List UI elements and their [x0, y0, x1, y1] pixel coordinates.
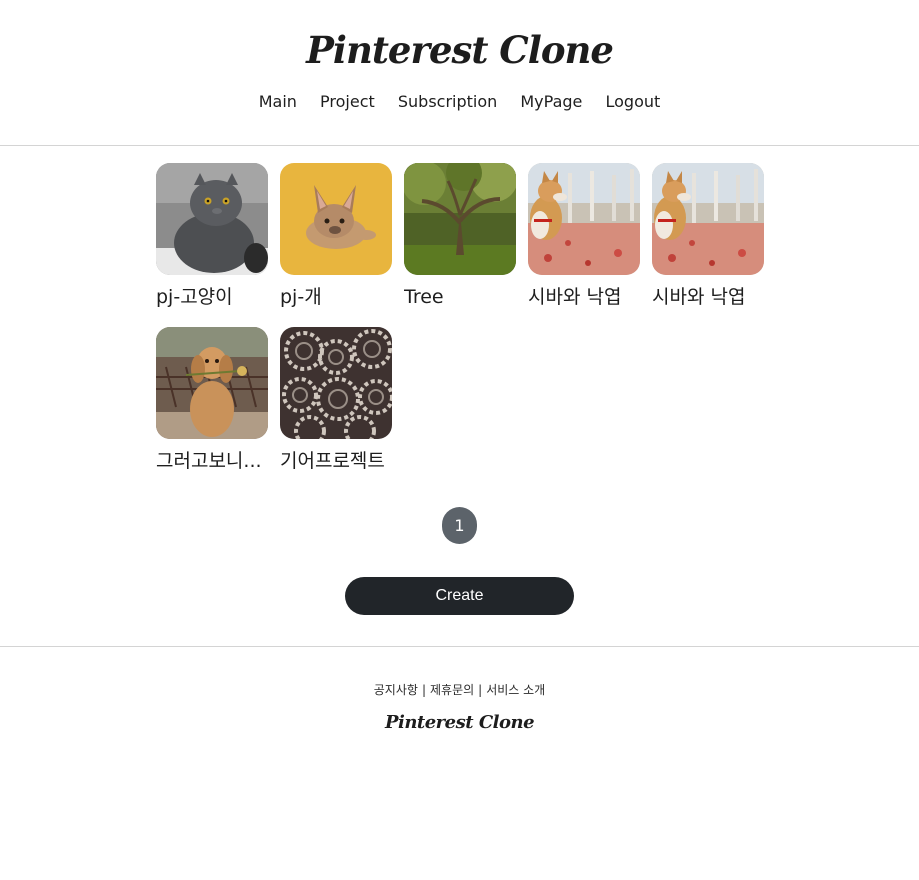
footer-links: 공지사항 | 제휴문의 | 서비스 소개	[0, 681, 919, 698]
footer-link-about[interactable]: 서비스 소개	[486, 683, 545, 697]
project-card-shiba[interactable]: 시바와 낙엽	[528, 163, 652, 309]
project-title: pj-고양이	[156, 286, 233, 308]
project-title: 시바와 낙엽	[652, 286, 746, 308]
shiba-leaves-photo[interactable]	[652, 163, 764, 275]
spaniel-rose-photo[interactable]	[156, 327, 268, 439]
site-logo[interactable]: Pinterest Clone	[0, 28, 919, 72]
project-title: 기어프로젝트	[280, 450, 385, 472]
nav-mypage[interactable]: MyPage	[520, 92, 582, 111]
nav-logout[interactable]: Logout	[605, 92, 660, 111]
footer-separator: |	[421, 683, 426, 697]
project-card-shiba-2[interactable]: 시바와 낙엽	[652, 163, 776, 309]
main-nav: Main Project Subscription MyPage Logout	[0, 92, 919, 111]
project-title: pj-개	[280, 286, 322, 308]
pagination: 1	[442, 507, 477, 544]
project-title: Tree	[404, 286, 444, 308]
project-card-cat[interactable]: pj-고양이	[156, 163, 280, 309]
project-card-dog[interactable]: pj-개	[280, 163, 404, 309]
french-bulldog-photo[interactable]	[280, 163, 392, 275]
footer-separator: |	[478, 683, 483, 697]
project-card-spaniel[interactable]: 그러고보니...	[156, 327, 280, 473]
gray-cat-photo[interactable]	[156, 163, 268, 275]
footer-divider	[0, 646, 919, 647]
project-title: 시바와 낙엽	[528, 286, 622, 308]
footer-link-partnership[interactable]: 제휴문의	[430, 683, 474, 697]
create-button[interactable]: Create	[345, 577, 574, 615]
gears-photo[interactable]	[280, 327, 392, 439]
header: Pinterest Clone Main Project Subscriptio…	[0, 0, 919, 146]
nav-main[interactable]: Main	[259, 92, 297, 111]
project-card-gears[interactable]: 기어프로젝트	[280, 327, 404, 473]
nav-subscription[interactable]: Subscription	[398, 92, 497, 111]
footer-link-notice[interactable]: 공지사항	[374, 683, 418, 697]
nav-project[interactable]: Project	[320, 92, 375, 111]
footer-logo: Pinterest Clone	[384, 712, 535, 733]
project-card-tree[interactable]: Tree	[404, 163, 528, 309]
page-button-1[interactable]: 1	[442, 507, 477, 544]
project-title: 그러고보니...	[156, 450, 262, 472]
shiba-leaves-photo[interactable]	[528, 163, 640, 275]
tree-forest-photo[interactable]	[404, 163, 516, 275]
